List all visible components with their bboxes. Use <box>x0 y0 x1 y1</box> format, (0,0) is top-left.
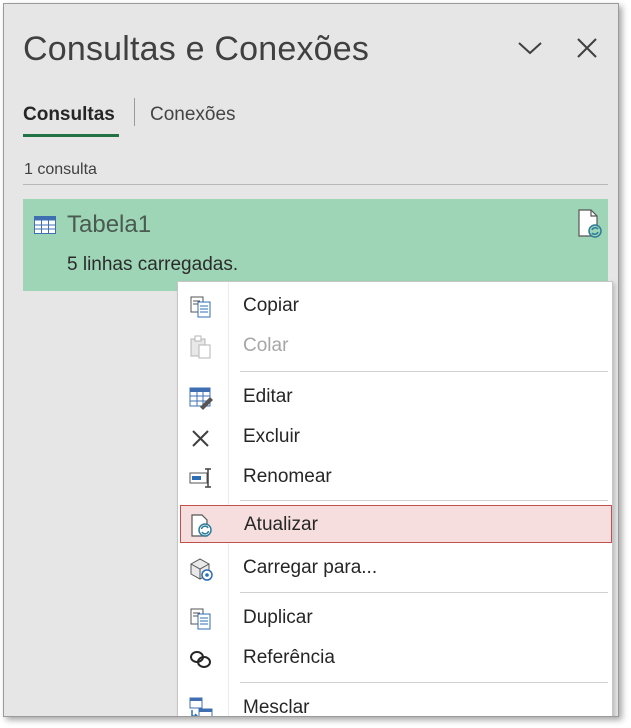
table-icon <box>34 216 56 234</box>
chevron-down-icon <box>518 42 542 55</box>
menu-item-label: Carregar para... <box>243 557 378 578</box>
close-pane-button[interactable] <box>569 30 605 66</box>
rename-icon <box>189 468 211 488</box>
close-icon <box>577 38 597 58</box>
tab-strip: Consultas Conexões <box>4 88 618 146</box>
query-count: 1 consulta <box>24 161 97 178</box>
menu-item-label: Mesclar <box>243 697 310 717</box>
tab-conexoes[interactable]: Conexões <box>150 104 236 126</box>
query-name: Tabela1 <box>67 211 152 238</box>
active-tab-indicator <box>23 134 119 137</box>
menu-item-referencia[interactable]: Referência <box>180 639 608 677</box>
menu-item-label: Excluir <box>243 426 301 447</box>
menu-item-label: Editar <box>243 386 293 407</box>
duplicate-icon <box>190 608 211 630</box>
divider <box>23 184 608 185</box>
document-refresh-icon[interactable] <box>577 209 603 239</box>
menu-item-colar[interactable]: Colar <box>180 327 608 365</box>
edit-table-icon <box>189 387 213 410</box>
context-menu: Copiar Colar Editar Excluir Renomear Atu… <box>177 281 613 717</box>
copy-icon <box>190 296 211 318</box>
menu-item-label: Copiar <box>243 295 299 316</box>
refresh-icon <box>191 514 212 537</box>
menu-item-label: Atualizar <box>244 514 318 535</box>
menu-separator <box>240 682 608 683</box>
merge-icon <box>189 697 213 716</box>
menu-item-copiar[interactable]: Copiar <box>180 287 608 325</box>
delete-x-icon <box>192 430 209 447</box>
paste-icon <box>190 335 211 359</box>
reference-link-icon <box>190 651 211 668</box>
menu-item-atualizar[interactable]: Atualizar <box>180 505 612 543</box>
menu-separator <box>240 500 608 501</box>
menu-item-editar[interactable]: Editar <box>180 378 608 416</box>
pane-options-button[interactable] <box>512 30 548 66</box>
tab-consultas[interactable]: Consultas <box>23 104 115 126</box>
menu-item-renomear[interactable]: Renomear <box>180 458 608 496</box>
menu-item-label: Colar <box>243 335 289 356</box>
query-status: 5 linhas carregadas. <box>67 254 239 275</box>
menu-item-excluir[interactable]: Excluir <box>180 418 608 456</box>
menu-item-label: Renomear <box>243 466 332 487</box>
queries-connections-pane: Consultas e Conexões Consultas Conexões … <box>3 3 619 717</box>
menu-separator <box>240 371 608 372</box>
menu-separator <box>240 592 608 593</box>
menu-item-duplicar[interactable]: Duplicar <box>180 599 608 637</box>
query-item-tabela1[interactable]: Tabela1 5 linhas carregadas. <box>23 199 608 291</box>
tab-divider <box>134 98 135 126</box>
pane-title: Consultas e Conexões <box>23 30 370 68</box>
menu-item-label: Duplicar <box>243 607 313 628</box>
menu-item-carregar-para[interactable]: Carregar para... <box>180 549 608 587</box>
menu-item-mesclar[interactable]: Mesclar <box>180 689 608 717</box>
pane-header: Consultas e Conexões <box>4 4 618 88</box>
load-to-icon <box>190 558 213 581</box>
menu-item-label: Referência <box>243 647 335 668</box>
